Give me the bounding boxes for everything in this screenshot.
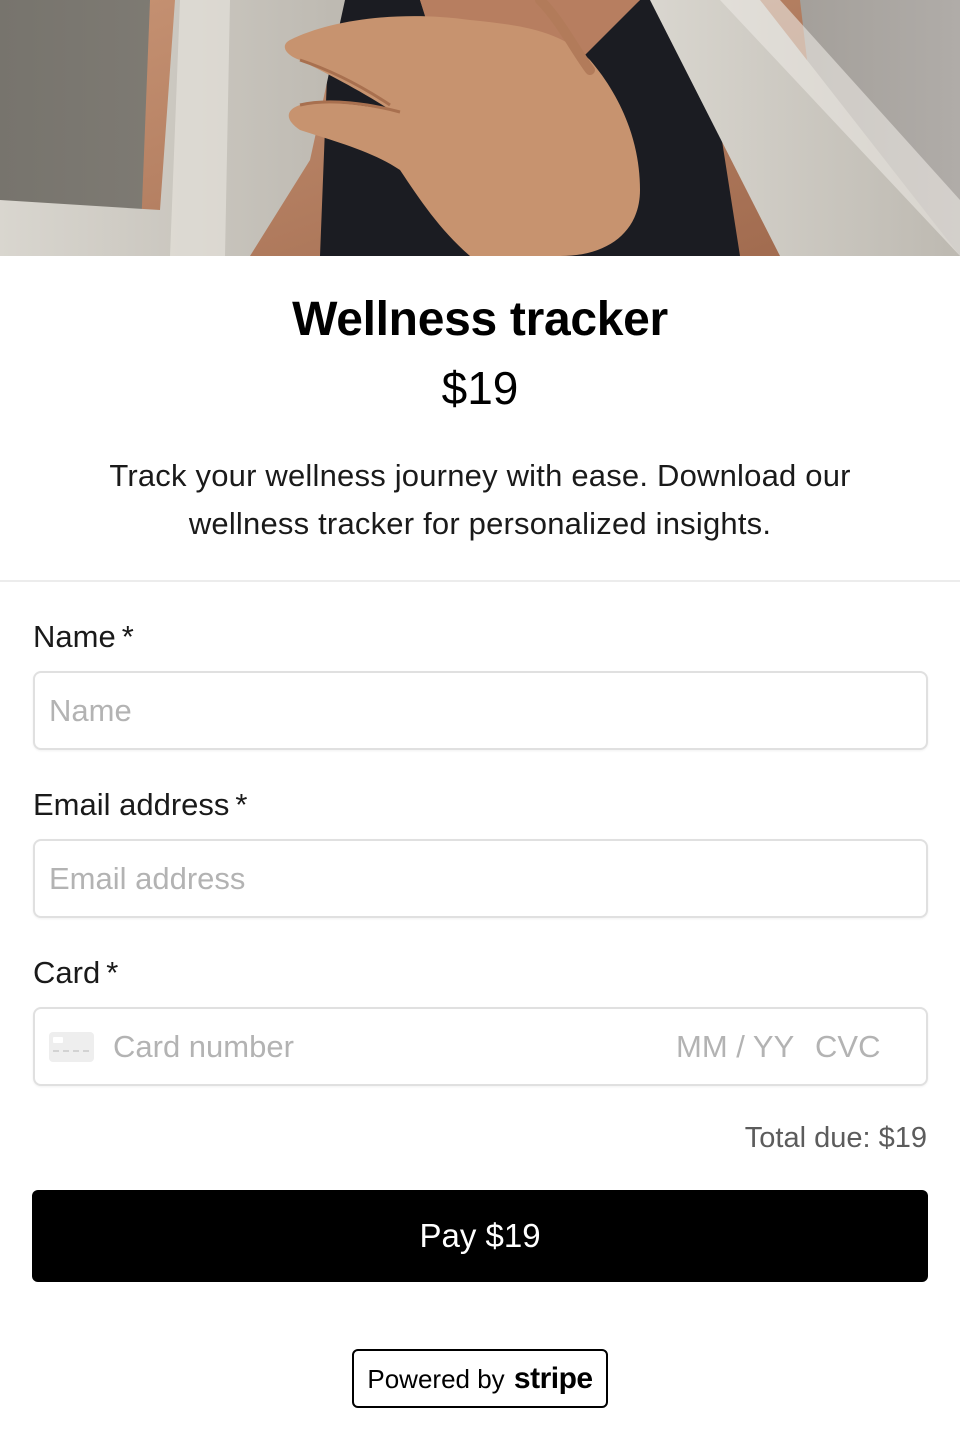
email-input[interactable] (49, 841, 909, 916)
product-title: Wellness tracker (292, 293, 668, 346)
card-label: Card * (33, 955, 118, 991)
name-label: Name * (33, 619, 134, 655)
card-number-input[interactable]: Card number (113, 1009, 294, 1084)
product-description: Track your wellness journey with ease. D… (109, 458, 851, 541)
required-marker: * (121, 619, 134, 654)
section-divider (0, 580, 960, 582)
email-label-text: Email address (33, 787, 230, 822)
card-cvc-input[interactable]: CVC (815, 1009, 880, 1084)
powered-by-stripe-link[interactable]: Powered by stripe (352, 1349, 608, 1408)
required-marker: * (235, 787, 248, 822)
product-price: $19 (441, 362, 519, 414)
email-field[interactable] (33, 839, 928, 918)
card-label-text: Card (33, 955, 101, 990)
name-input[interactable] (49, 673, 909, 748)
required-marker: * (106, 955, 119, 990)
powered-by-text: Powered by (367, 1364, 505, 1394)
card-expiry-input[interactable]: MM / YY (676, 1009, 794, 1084)
stripe-logo: stripe (513, 1362, 593, 1395)
product-image (0, 0, 960, 256)
name-field[interactable] (33, 671, 928, 750)
pay-button[interactable]: Pay $19 (32, 1190, 928, 1282)
email-label: Email address * (33, 787, 248, 823)
card-field[interactable]: Card number MM / YY CVC (33, 1007, 928, 1086)
total-due: Total due: $19 (744, 1122, 927, 1154)
product-summary: Wellness tracker $19 Track your wellness… (0, 256, 960, 580)
name-label-text: Name (33, 619, 116, 654)
credit-card-icon (49, 1032, 94, 1062)
